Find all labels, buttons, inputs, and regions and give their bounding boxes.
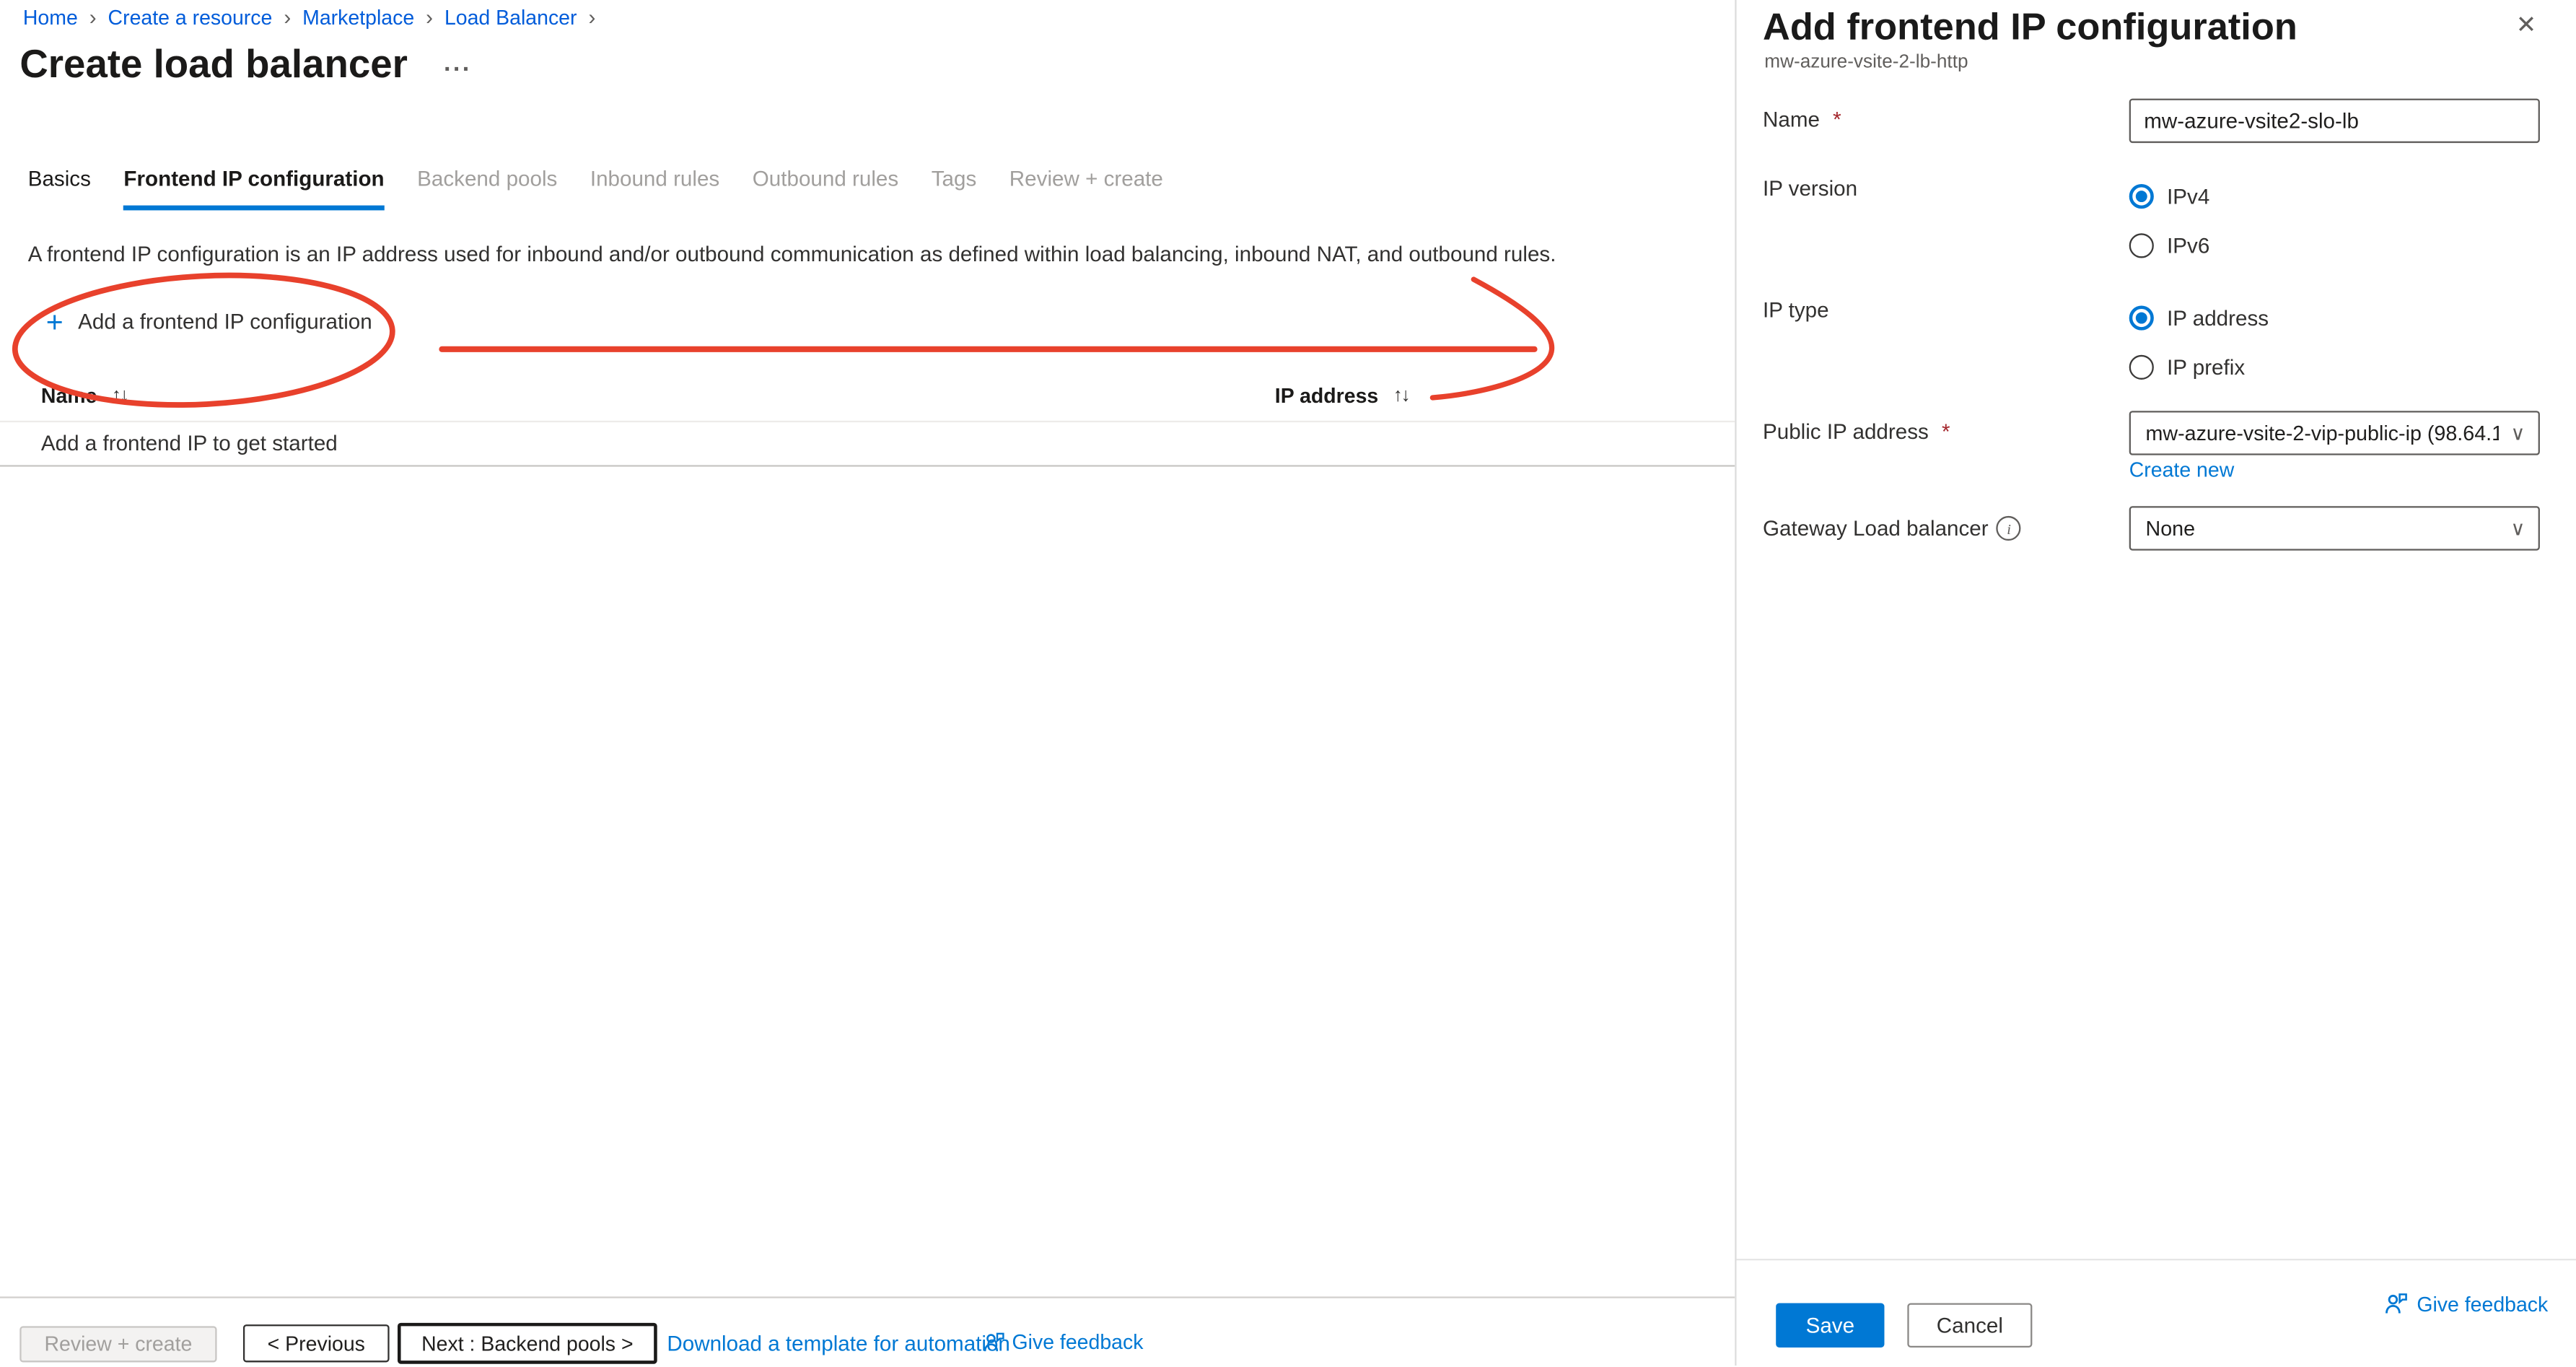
breadcrumb-separator: › [78, 5, 108, 30]
give-feedback-link[interactable]: Give feedback [983, 1331, 1144, 1354]
tab-inbound-rules[interactable]: Inbound rules [590, 166, 719, 206]
public-ip-label: Public IP address * [1763, 419, 1950, 444]
create-load-balancer-main: Home › Create a resource › Marketplace ›… [0, 0, 1735, 1366]
required-asterisk: * [1942, 419, 1950, 444]
ipv4-label: IPv4 [2167, 184, 2209, 209]
breadcrumb-separator: › [414, 5, 444, 30]
radio-ipv4[interactable]: IPv4 [2129, 184, 2210, 209]
panel-footer: Save Cancel Give feedback [1737, 1259, 2576, 1366]
next-backend-pools-button[interactable]: Next : Backend pools > [398, 1323, 657, 1364]
tab-backend-pools[interactable]: Backend pools [417, 166, 557, 206]
create-new-link[interactable]: Create new [2129, 458, 2235, 481]
ip-version-label: IP version [1763, 176, 1857, 201]
panel-subtitle: mw-azure-vsite-2-lb-http [1764, 53, 1968, 72]
chevron-down-icon: ∨ [2510, 421, 2525, 444]
frontend-ip-description: A frontend IP configuration is an IP add… [28, 242, 1556, 266]
ip-address-label: IP address [2167, 305, 2269, 330]
radio-ip-address[interactable]: IP address [2129, 305, 2269, 330]
tab-basics[interactable]: Basics [28, 166, 91, 206]
column-header-name: Name ↑↓ [41, 385, 128, 408]
give-feedback-label: Give feedback [1012, 1331, 1144, 1354]
page-title: Create load balancer ... [19, 43, 471, 89]
more-options-icon[interactable]: ... [444, 48, 472, 77]
wizard-tabs: Basics Frontend IP configuration Backend… [28, 166, 1163, 210]
radio-selected-icon [2129, 305, 2154, 330]
name-label-text: Name [1763, 107, 1820, 131]
breadcrumb-marketplace[interactable]: Marketplace [302, 6, 414, 29]
column-ip-label: IP address [1275, 385, 1378, 408]
column-header-ip-address: IP address ↑↓ [1275, 385, 1409, 408]
breadcrumb: Home › Create a resource › Marketplace ›… [23, 5, 607, 30]
radio-selected-icon [2129, 184, 2154, 209]
frontend-ip-table-header: Name ↑↓ IP address ↑↓ [0, 376, 1735, 422]
download-template-link[interactable]: Download a template for automation [667, 1331, 1010, 1355]
public-ip-label-text: Public IP address [1763, 419, 1929, 444]
tab-review-create[interactable]: Review + create [1009, 166, 1163, 206]
azure-portal-page: Home › Create a resource › Marketplace ›… [0, 0, 2576, 1366]
add-frontend-ip-panel: Add frontend IP configuration ✕ mw-azure… [1735, 0, 2576, 1366]
ip-type-label: IP type [1763, 297, 1829, 322]
add-frontend-ip-button[interactable]: + Add a frontend IP configuration [46, 309, 372, 333]
public-ip-value: mw-azure-vsite-2-vip-public-ip (98.64.19… [2145, 422, 2499, 445]
page-title-text: Create load balancer [19, 43, 408, 89]
plus-icon: + [46, 310, 63, 333]
empty-table-row: Add a frontend IP to get started [0, 421, 1735, 467]
panel-give-feedback-label: Give feedback [2417, 1293, 2548, 1316]
radio-unselected-icon [2129, 355, 2154, 380]
feedback-icon [983, 1331, 1006, 1354]
name-field[interactable] [2129, 99, 2540, 143]
chevron-down-icon: ∨ [2510, 516, 2525, 539]
gateway-lb-label: Gateway Load balancer i [1763, 516, 2021, 541]
gateway-lb-dropdown[interactable]: None ∨ [2129, 506, 2540, 550]
panel-title: Add frontend IP configuration [1763, 5, 2297, 49]
radio-unselected-icon [2129, 233, 2154, 258]
ipv6-label: IPv6 [2167, 233, 2209, 258]
wizard-footer: Review + create < Previous Next : Backen… [0, 1296, 1735, 1367]
ip-prefix-label: IP prefix [2167, 355, 2245, 380]
feedback-icon [2384, 1292, 2409, 1316]
column-name-label: Name [41, 385, 97, 408]
sort-icon[interactable]: ↑↓ [112, 386, 128, 406]
info-icon[interactable]: i [1997, 516, 2021, 541]
breadcrumb-separator: › [577, 5, 608, 30]
tab-frontend-ip-configuration[interactable]: Frontend IP configuration [123, 166, 384, 210]
gateway-lb-value: None [2145, 517, 2499, 540]
name-label: Name * [1763, 107, 1841, 131]
breadcrumb-create-a-resource[interactable]: Create a resource [108, 6, 273, 29]
breadcrumb-separator: › [272, 5, 302, 30]
radio-ipv6[interactable]: IPv6 [2129, 233, 2210, 258]
sort-icon[interactable]: ↑↓ [1393, 386, 1409, 406]
review-create-button[interactable]: Review + create [19, 1326, 216, 1362]
public-ip-dropdown[interactable]: mw-azure-vsite-2-vip-public-ip (98.64.19… [2129, 411, 2540, 455]
save-button[interactable]: Save [1776, 1303, 1884, 1347]
gateway-lb-label-text: Gateway Load balancer [1763, 516, 1989, 541]
required-asterisk: * [1833, 107, 1841, 131]
tab-outbound-rules[interactable]: Outbound rules [753, 166, 898, 206]
add-frontend-ip-label: Add a frontend IP configuration [78, 309, 372, 333]
cancel-button[interactable]: Cancel [1907, 1303, 2032, 1347]
previous-button[interactable]: < Previous [243, 1324, 390, 1362]
panel-give-feedback-link[interactable]: Give feedback [2384, 1292, 2549, 1316]
radio-ip-prefix[interactable]: IP prefix [2129, 355, 2245, 380]
breadcrumb-load-balancer[interactable]: Load Balancer [444, 6, 577, 29]
close-icon[interactable]: ✕ [2516, 13, 2537, 38]
breadcrumb-home[interactable]: Home [23, 6, 78, 29]
tab-tags[interactable]: Tags [932, 166, 977, 206]
